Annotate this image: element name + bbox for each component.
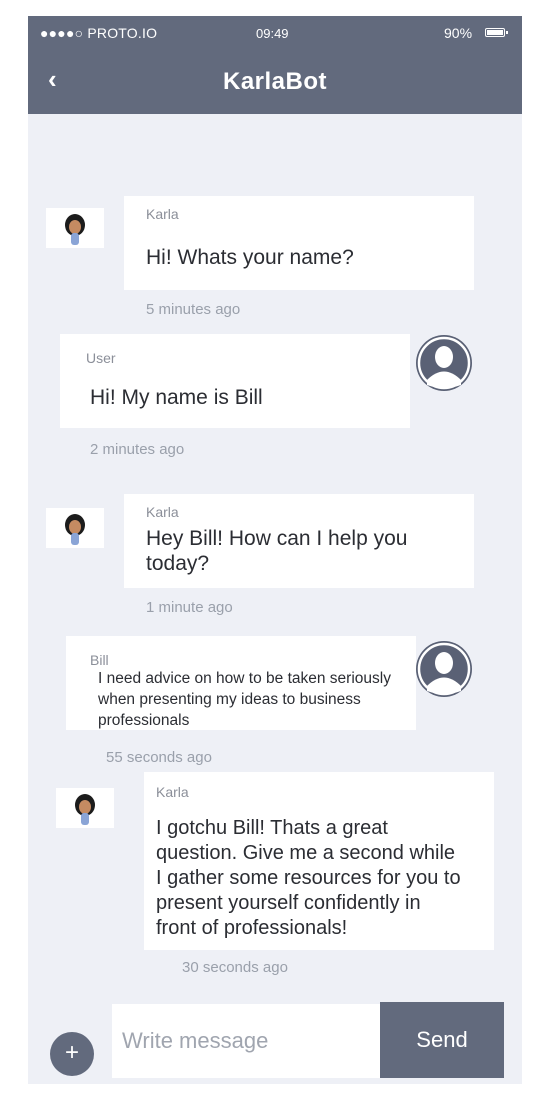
user-avatar-icon [416,641,472,697]
message-text: I gotchu Bill! Thats a great question. G… [156,817,461,939]
page-title: KarlaBot [222,68,328,95]
message-text: Hi! Whats your name? [146,246,354,269]
message-text: Hey Bill! How can I help you today? [146,527,408,575]
message-sender: Karla [156,784,189,800]
nav-bar: ‹ KarlaBot [28,50,522,114]
message-timestamp: 55 seconds ago [106,749,212,766]
carrier-label: ●●●●○ PROTO.IO [40,25,158,41]
message-input[interactable] [112,1004,380,1078]
battery-percent: 90% [444,25,473,41]
send-button[interactable]: Send [380,1002,504,1078]
bot-message-bubble: Karla Hi! Whats your name? [124,196,474,290]
bot-avatar-icon [56,788,114,828]
user-avatar-icon [416,335,472,391]
status-bar: ●●●●○ PROTO.IO 09:49 90% [28,16,522,50]
message-text: Hi! My name is Bill [90,386,263,409]
message-sender: User [86,350,116,366]
phone-screen: ●●●●○ PROTO.IO 09:49 90% ‹ KarlaBot Karl… [28,16,522,1084]
message-timestamp: 1 minute ago [146,599,233,616]
message-sender: Bill [90,652,109,668]
message-timestamp: 5 minutes ago [146,301,241,318]
bot-avatar-icon [46,508,104,548]
bot-avatar-icon [46,208,104,248]
user-message-bubble: User Hi! My name is Bill [60,334,410,428]
message-text: I need advice on how to be taken serious… [98,670,391,729]
add-attachment-button[interactable]: + [50,1032,94,1076]
bot-message-bubble: Karla Hey Bill! How can I help you today… [124,494,474,588]
message-sender: Karla [146,206,179,222]
message-timestamp: 2 minutes ago [90,441,185,458]
status-time: 09:49 [256,26,289,41]
battery-icon [485,28,508,37]
message-sender: Karla [146,504,179,520]
user-message-bubble: Bill I need advice on how to be taken se… [66,636,416,730]
bot-message-bubble: Karla I gotchu Bill! Thats a great quest… [144,772,494,950]
message-timestamp: 30 seconds ago [182,959,288,976]
